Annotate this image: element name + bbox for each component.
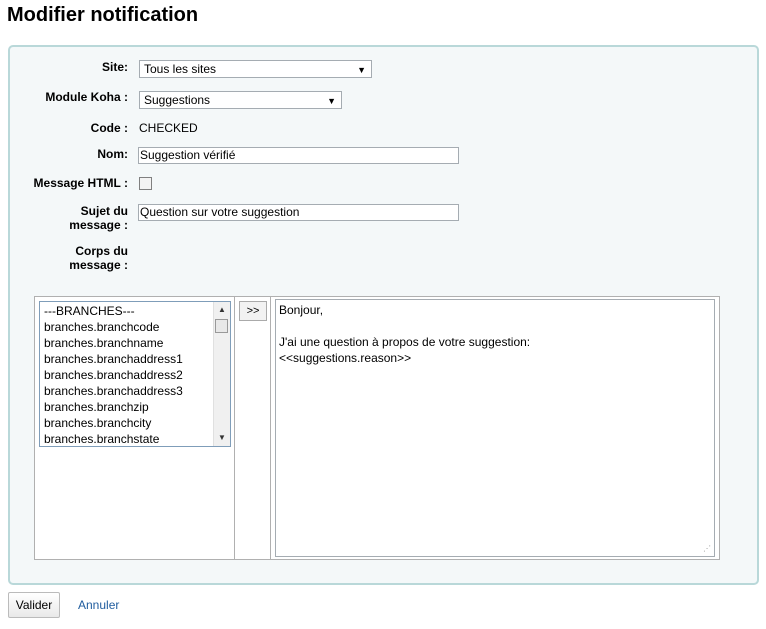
- column-divider: [270, 297, 271, 559]
- list-item[interactable]: branches.branchzip: [44, 399, 149, 415]
- html-message-label: Message HTML :: [33, 176, 128, 190]
- insert-field-button[interactable]: >>: [239, 301, 267, 321]
- html-message-checkbox[interactable]: [139, 177, 152, 190]
- chevron-down-icon: ▼: [327, 96, 336, 106]
- site-select[interactable]: Tous les sites ▼: [139, 60, 372, 78]
- page-title: Modifier notification: [7, 4, 199, 26]
- list-item[interactable]: branches.branchcity: [44, 415, 151, 431]
- subject-input[interactable]: Question sur votre suggestion: [138, 204, 459, 221]
- module-select-value: Suggestions: [144, 93, 211, 107]
- list-item[interactable]: branches.branchcode: [44, 319, 159, 335]
- site-label: Site:: [101, 60, 128, 74]
- body-line: <<suggestions.reason>>: [279, 351, 412, 365]
- resize-grip-icon[interactable]: ⋰: [703, 545, 711, 553]
- list-item[interactable]: branches.branchaddress3: [44, 383, 183, 399]
- body-label-line2: message :: [69, 258, 128, 272]
- listbox-scrollbar[interactable]: ▲ ▼: [213, 302, 230, 446]
- message-body-textarea[interactable]: Bonjour, J'ai une question à propos de v…: [275, 299, 715, 557]
- body-line: J'ai une question à propos de votre sugg…: [279, 335, 531, 349]
- cancel-link[interactable]: Annuler: [78, 598, 119, 612]
- name-label: Nom:: [97, 147, 128, 161]
- body-line: [279, 318, 711, 334]
- body-line: Bonjour,: [279, 303, 324, 317]
- scrollbar-thumb[interactable]: [215, 319, 228, 333]
- list-item[interactable]: branches.branchaddress1: [44, 351, 183, 367]
- scroll-up-arrow-icon[interactable]: ▲: [214, 302, 230, 318]
- subject-label-line2: message :: [69, 218, 128, 232]
- scroll-down-arrow-icon[interactable]: ▼: [214, 430, 230, 446]
- site-select-value: Tous les sites: [144, 62, 217, 76]
- message-editor: ---BRANCHES--- branches.branchcode branc…: [34, 296, 720, 560]
- module-select[interactable]: Suggestions ▼: [139, 91, 342, 109]
- list-item[interactable]: branches.branchname: [44, 335, 163, 351]
- notification-form: Site: Tous les sites ▼ Module Koha : Sug…: [8, 45, 759, 585]
- list-item[interactable]: branches.branchaddress2: [44, 367, 183, 383]
- chevron-down-icon: ▼: [357, 65, 366, 75]
- submit-button[interactable]: Valider: [8, 592, 60, 618]
- list-item[interactable]: branches.branchstate: [44, 431, 159, 446]
- subject-label-line1: Sujet du: [80, 204, 128, 218]
- body-label-line1: Corps du: [75, 244, 128, 258]
- list-item[interactable]: ---BRANCHES---: [44, 303, 135, 319]
- column-divider: [234, 297, 235, 559]
- fields-listbox[interactable]: ---BRANCHES--- branches.branchcode branc…: [39, 301, 231, 447]
- code-value: CHECKED: [139, 121, 198, 135]
- name-input[interactable]: Suggestion vérifié: [138, 147, 459, 164]
- module-label: Module Koha :: [45, 90, 128, 104]
- code-label: Code :: [90, 121, 128, 135]
